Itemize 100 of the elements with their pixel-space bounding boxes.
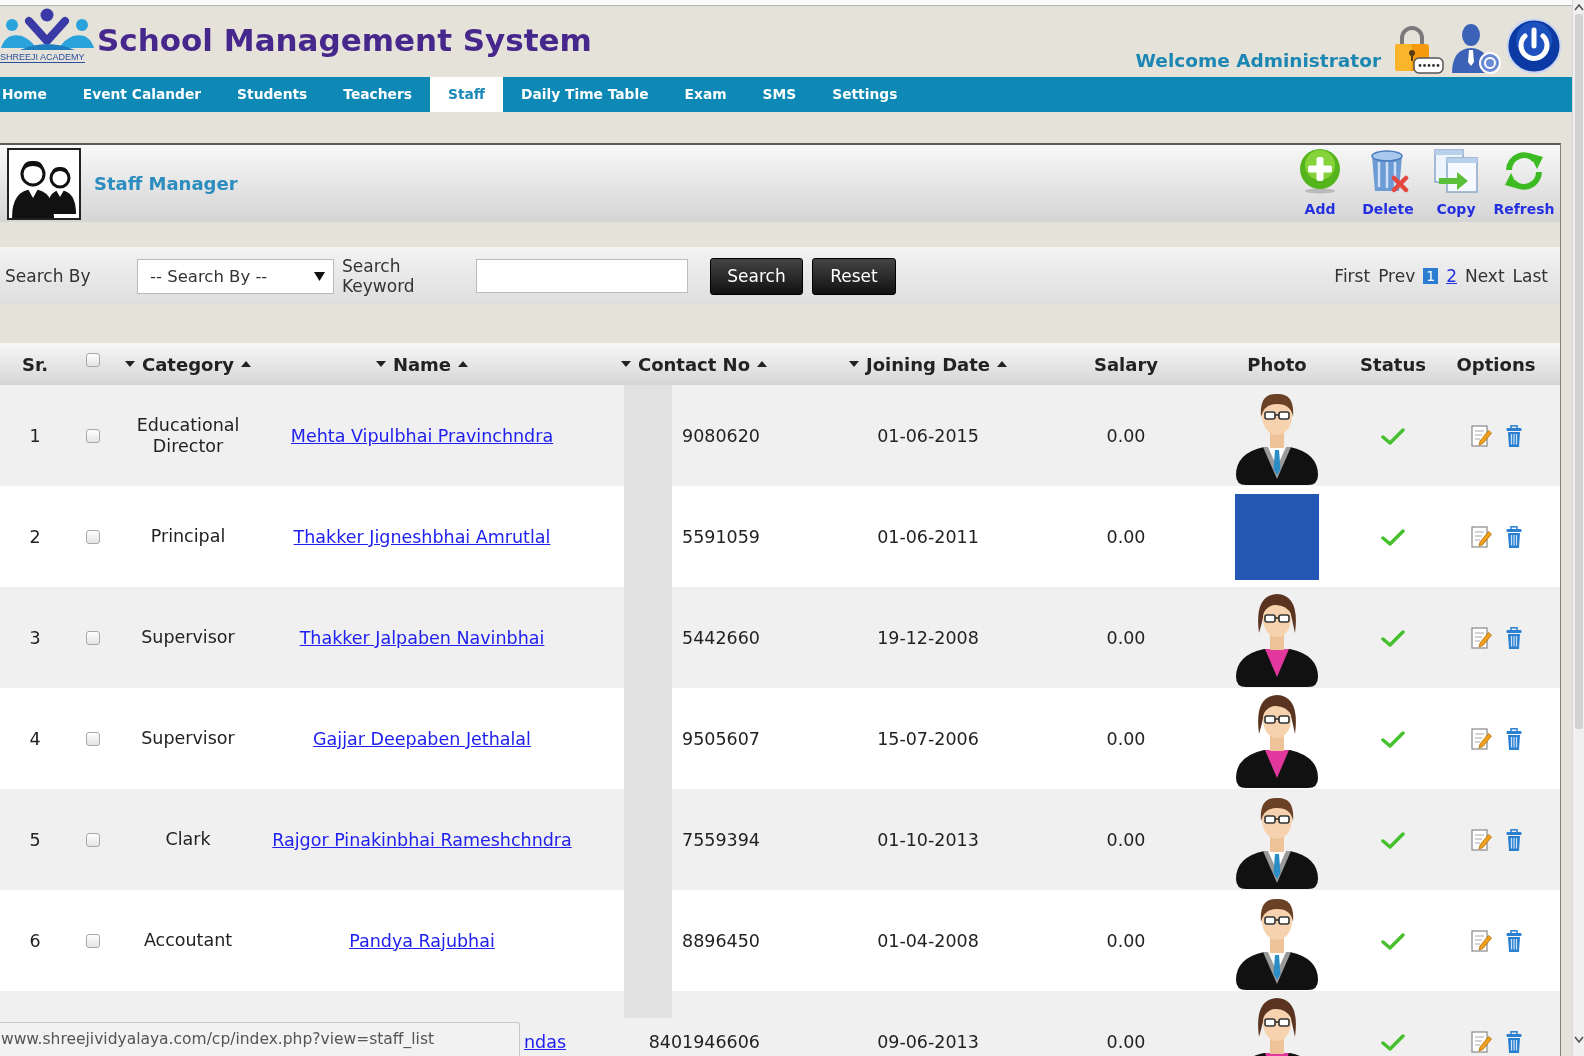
row-checkbox[interactable]	[86, 933, 100, 948]
nav-tab[interactable]: Home	[0, 77, 65, 112]
user-settings-icon[interactable]	[1449, 22, 1501, 74]
staff-name-link[interactable]: Thakker Jigneshbhai Amrutlal	[293, 526, 551, 547]
refresh-button[interactable]: Refresh	[1492, 148, 1556, 217]
trash-icon[interactable]	[1505, 525, 1522, 548]
nav-tab[interactable]: Event Calander	[64, 77, 220, 112]
copy-icon	[1433, 148, 1479, 194]
copy-button[interactable]: Copy	[1424, 148, 1488, 217]
scrollbar-thumb[interactable]	[1574, 14, 1583, 729]
next-page-link[interactable]: Next	[1464, 266, 1505, 286]
trash-icon[interactable]	[1505, 727, 1522, 750]
column-header[interactable]: Contact No	[637, 353, 751, 375]
nav-tab[interactable]: Students	[219, 77, 326, 112]
edit-icon[interactable]	[1470, 727, 1492, 750]
trash-icon[interactable]	[1505, 424, 1522, 447]
sort-up-icon[interactable]	[997, 361, 1008, 367]
power-icon[interactable]	[1506, 18, 1562, 74]
edit-icon[interactable]	[1470, 525, 1492, 548]
row-checkbox[interactable]	[86, 731, 100, 746]
sort-down-icon[interactable]	[125, 361, 135, 367]
staff-name-link[interactable]: Pandya Rajubhai	[349, 930, 495, 951]
salary-amount: 0.00	[1106, 526, 1146, 547]
category-text: Supervisor	[141, 627, 235, 648]
trash-icon[interactable]	[1505, 929, 1522, 952]
status-url-tooltip: www.shreejividyalaya.com/cp/index.php?view=staff_list	[0, 1022, 520, 1056]
nav-tab[interactable]: Exam	[666, 77, 745, 112]
sort-up-icon[interactable]	[757, 361, 768, 367]
row-checkbox[interactable]	[86, 630, 100, 645]
add-button[interactable]: Add	[1288, 148, 1352, 217]
contact-number: 5442660	[682, 627, 760, 648]
scrollbar[interactable]	[1572, 0, 1584, 1056]
column-header: Salary	[1093, 353, 1158, 375]
staff-name-link[interactable]: Gajjar Deepaben Jethalal	[313, 728, 531, 749]
column-header: Status	[1360, 353, 1426, 375]
last-page-link[interactable]: Last	[1512, 266, 1548, 286]
salary-amount: 0.00	[1106, 829, 1146, 850]
sort-down-icon[interactable]	[375, 361, 386, 367]
delete-button[interactable]: Delete	[1356, 148, 1420, 217]
salary-amount: 0.00	[1106, 930, 1146, 951]
category-text: Principal	[150, 526, 226, 547]
staff-name-link[interactable]: Rajgor Pinakinbhai Rameshchndra	[272, 829, 572, 850]
prev-page-link[interactable]: Prev	[1378, 266, 1416, 286]
select-all-checkbox[interactable]	[86, 353, 100, 367]
edit-icon[interactable]	[1470, 424, 1492, 447]
nav-tab[interactable]: Teachers	[325, 77, 430, 112]
staff-name-link[interactable]: ndas	[523, 1031, 566, 1052]
category-text: Clark	[165, 829, 211, 850]
serial-number: 5	[29, 829, 41, 850]
search-by-label: Search By	[5, 266, 92, 286]
plus-circle-icon	[1297, 148, 1343, 194]
app-title: School Management System	[97, 22, 592, 58]
contact-number: 9505607	[682, 728, 760, 749]
sort-down-icon[interactable]	[848, 361, 859, 367]
sort-up-icon[interactable]	[241, 361, 251, 367]
joining-date: 01-06-2011	[877, 526, 979, 547]
edit-icon[interactable]	[1470, 1030, 1492, 1053]
logo-icon	[0, 8, 95, 52]
page-link[interactable]: 2	[1446, 266, 1457, 286]
scroll-down-icon[interactable]	[1573, 1036, 1584, 1044]
nav-tab[interactable]: Staff	[429, 77, 503, 112]
nav-tab[interactable]: Settings	[814, 77, 916, 112]
scroll-up-icon[interactable]	[1573, 3, 1584, 11]
nav-tab[interactable]: SMS	[744, 77, 815, 112]
salary-amount: 0.00	[1106, 728, 1146, 749]
contact-number: 9080620	[682, 425, 760, 446]
panel-title: Staff Manager	[94, 173, 238, 194]
reset-button[interactable]: Reset	[812, 257, 896, 295]
contact-number: 5591059	[682, 526, 760, 547]
edit-icon[interactable]	[1470, 626, 1492, 649]
caret-down-icon	[314, 271, 325, 281]
joining-date: 01-06-2015	[877, 425, 979, 446]
joining-date: 09-06-2013	[877, 1031, 979, 1052]
column-header[interactable]: Category	[142, 353, 234, 375]
search-keyword-field[interactable]	[476, 259, 688, 293]
search-button[interactable]: Search	[710, 257, 803, 295]
contact-number: 7559394	[682, 829, 760, 850]
first-page-link[interactable]: First	[1334, 266, 1371, 286]
nav-tab[interactable]: Daily Time Table	[503, 77, 667, 112]
edit-icon[interactable]	[1470, 929, 1492, 952]
page-link[interactable]: 1	[1423, 268, 1439, 284]
column-header[interactable]: Name	[392, 353, 452, 375]
row-checkbox[interactable]	[86, 428, 100, 443]
category-text: Accoutant	[143, 930, 233, 951]
staff-name-link[interactable]: Mehta Vipulbhai Pravinchndra	[290, 425, 554, 446]
salary-amount: 0.00	[1106, 1031, 1146, 1052]
serial-number: 3	[29, 627, 41, 648]
trash-icon[interactable]	[1505, 828, 1522, 851]
row-checkbox[interactable]	[86, 832, 100, 847]
search-by-select[interactable]: -- Search By --	[137, 258, 334, 294]
staff-name-link[interactable]: Thakker Jalpaben Navinbhai	[299, 627, 545, 648]
sort-up-icon[interactable]	[458, 361, 469, 367]
trash-icon[interactable]	[1505, 1030, 1522, 1053]
column-header[interactable]: Joining Date	[865, 353, 991, 375]
trash-icon[interactable]	[1505, 626, 1522, 649]
edit-icon[interactable]	[1470, 828, 1492, 851]
sort-down-icon[interactable]	[620, 361, 631, 367]
logo-text: SHREEJI ACADEMY	[0, 52, 85, 63]
joining-date: 15-07-2006	[877, 728, 979, 749]
row-checkbox[interactable]	[86, 529, 100, 544]
